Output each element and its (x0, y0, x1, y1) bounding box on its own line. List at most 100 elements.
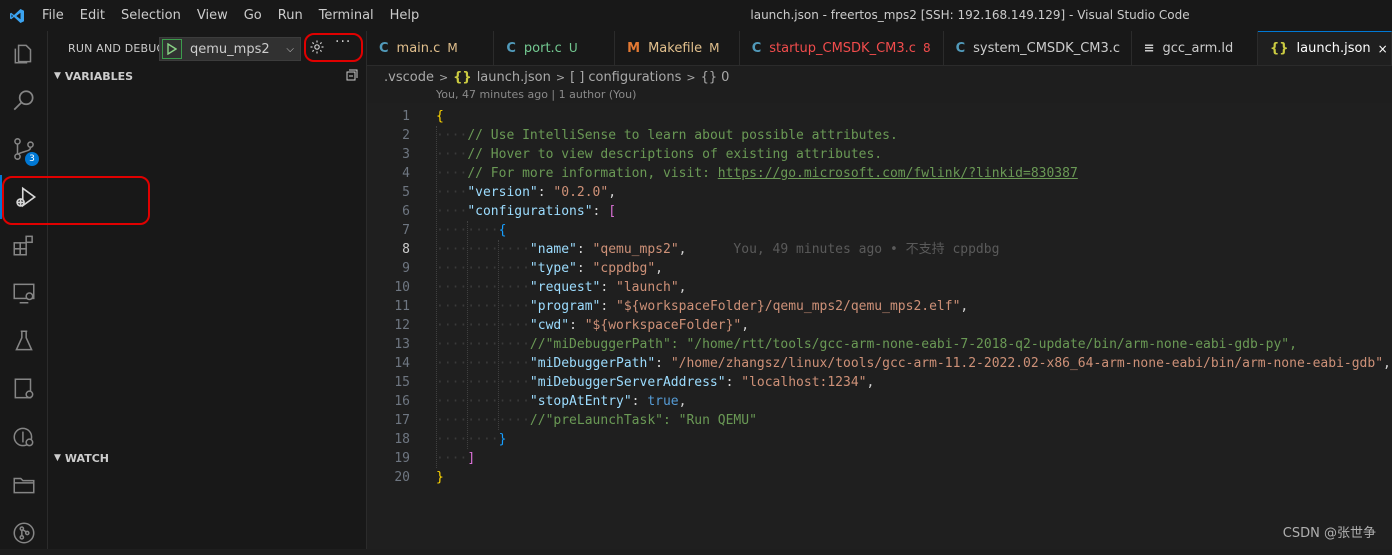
code-text: ············"stopAtEntry": true, (436, 394, 687, 409)
code-line[interactable]: 5 ····"version": "0.2.0", (367, 183, 1392, 202)
breadcrumb-file[interactable]: launch.json (477, 70, 551, 85)
code-line[interactable]: 13 ············//"miDebuggerPath": "/home… (367, 335, 1392, 354)
menu-run[interactable]: Run (270, 0, 311, 31)
line-number: 10 (394, 280, 410, 295)
tab-launch-json[interactable]: {} launch.json × (1258, 31, 1392, 65)
tab-main-c[interactable]: Cmain.c M (367, 31, 495, 65)
git-graph-icon[interactable] (0, 415, 47, 459)
breadcrumb-configurations[interactable]: configurations (588, 70, 681, 85)
docker-icon[interactable] (0, 367, 47, 411)
debug-config-select[interactable]: qemu_mps2 ⌵ (159, 37, 301, 61)
code-line[interactable]: 20} (367, 468, 1392, 487)
code-text: ············//"miDebuggerPath": "/home/r… (436, 337, 1297, 352)
close-icon[interactable]: × (1378, 42, 1388, 56)
code-line[interactable]: 3 ····// Hover to view descriptions of ex… (367, 145, 1392, 164)
code-text: ············"type": "cppdbg", (436, 261, 663, 276)
folder-icon[interactable] (0, 463, 47, 507)
breadcrumb-folder[interactable]: .vscode (384, 70, 434, 85)
line-number: 4 (402, 166, 410, 181)
menu-bar: File Edit Selection View Go Run Terminal Help (34, 0, 427, 31)
menu-file[interactable]: File (34, 0, 72, 31)
object-icon: {} (700, 69, 718, 85)
line-number: 1 (402, 109, 410, 124)
variables-section-header[interactable]: ▼ VARIABLES (48, 65, 366, 87)
code-token: ] (467, 451, 476, 466)
variables-title: VARIABLES (64, 69, 134, 83)
code-line[interactable]: 15 ············"miDebuggerServerAddress":… (367, 373, 1392, 392)
code-text: ····] (436, 451, 476, 466)
code-editor[interactable]: 1{2 ····// Use IntelliSense to learn abou… (367, 103, 1392, 549)
breadcrumb-index[interactable]: 0 (721, 70, 729, 85)
inline-blame: You, 49 minutes ago • 不支持 cppdbg (686, 242, 1000, 257)
menu-go[interactable]: Go (236, 0, 270, 31)
code-line[interactable]: 9 ············"type": "cppdbg", (367, 259, 1392, 278)
code-line[interactable]: 14 ············"miDebuggerPath": "/home/z… (367, 354, 1392, 373)
file-type-icon: C (955, 40, 966, 56)
search-icon[interactable] (0, 79, 47, 123)
code-line[interactable]: 17 ············//"preLaunchTask": "Run QE… (367, 411, 1392, 430)
tab-label: gcc_arm.ld (1162, 40, 1234, 56)
git-blame-codelens[interactable]: You, 47 minutes ago | 1 author (You) (436, 88, 636, 101)
code-text: ····// For more information, visit: http… (436, 166, 1078, 181)
code-token: "/home/zhangsz/linux/tools/gcc-arm-11.2-… (670, 356, 1384, 371)
tab-startup-cmsdk-cm3-c[interactable]: Cstartup_CMSDK_CM3.c 8 (740, 31, 944, 65)
file-type-icon: ≡ (1143, 40, 1155, 56)
start-debugging-icon[interactable] (162, 39, 182, 59)
code-token: "localhost:1234" (741, 375, 867, 390)
source-control-icon[interactable]: 3 (0, 127, 47, 171)
code-text: } (436, 468, 444, 487)
code-token: : (569, 318, 585, 333)
code-link[interactable]: https://go.microsoft.com/fwlink/?linkid=… (718, 166, 1078, 181)
menu-terminal[interactable]: Terminal (311, 0, 382, 31)
code-token: : (631, 394, 648, 409)
watch-section-header[interactable]: ▼ WATCH (48, 447, 366, 469)
git-icon[interactable] (0, 511, 47, 555)
code-line[interactable]: 1{ (367, 107, 1392, 126)
code-line[interactable]: 11 ············"program": "${workspaceFol… (367, 297, 1392, 316)
code-line[interactable]: 12 ············"cwd": "${workspaceFolder}… (367, 316, 1392, 335)
code-text: ············"miDebuggerServerAddress": "… (436, 375, 875, 390)
menu-help[interactable]: Help (382, 0, 428, 31)
line-number: 15 (394, 375, 410, 390)
chevron-right-icon: > (555, 70, 566, 84)
code-token: : (725, 375, 742, 390)
chevron-down-icon: ▼ (54, 453, 61, 463)
code-line[interactable]: 18 ········} (367, 430, 1392, 449)
line-number: 13 (394, 337, 410, 352)
remote-explorer-icon[interactable] (0, 271, 47, 315)
code-token: , (741, 318, 750, 333)
testing-icon[interactable] (0, 319, 47, 363)
tab-makefile[interactable]: M Makefile M (615, 31, 740, 65)
code-token: : (600, 299, 617, 314)
code-line[interactable]: 4 ····// For more information, visit: htt… (367, 164, 1392, 183)
line-number: 2 (402, 128, 410, 143)
menu-edit[interactable]: Edit (72, 0, 113, 31)
annotation-circle (2, 176, 150, 225)
tab-gcc-arm-ld[interactable]: ≡ gcc_arm.ld (1132, 31, 1258, 65)
code-text: ············"request": "launch", (436, 280, 687, 295)
code-line[interactable]: 19 ····] (367, 449, 1392, 468)
code-line[interactable]: 16 ············"stopAtEntry": true, (367, 392, 1392, 411)
code-line[interactable]: 7 ········{ (367, 221, 1392, 240)
line-number: 11 (394, 299, 410, 314)
explorer-icon[interactable] (0, 31, 47, 75)
tab-port-c[interactable]: Cport.c U (494, 31, 616, 65)
code-line[interactable]: 2 ····// Use IntelliSense to learn about … (367, 126, 1392, 145)
code-line[interactable]: 8 ············"name": "qemu_mps2", You, 4… (367, 240, 1392, 259)
code-text: ············"program": "${workspaceFolde… (436, 299, 969, 314)
tab-system-cmsdk-cm3-c[interactable]: Csystem_CMSDK_CM3.c (944, 31, 1132, 65)
code-token: "cppdbg" (592, 261, 656, 276)
menu-selection[interactable]: Selection (113, 0, 189, 31)
code-line[interactable]: 6 ····"configurations": [ (367, 202, 1392, 221)
menu-view[interactable]: View (189, 0, 236, 31)
code-line[interactable]: 10 ············"request": "launch", (367, 278, 1392, 297)
line-number: 16 (394, 394, 410, 409)
code-token: , (1383, 356, 1391, 371)
tab-status: M (447, 41, 458, 55)
collapse-all-icon[interactable] (346, 69, 358, 84)
code-text: { (436, 107, 444, 126)
extensions-icon[interactable] (0, 223, 47, 267)
array-icon: [ ] (570, 69, 585, 85)
line-number: 20 (394, 470, 410, 485)
code-token: //"preLaunchTask": "Run QEMU" (529, 413, 757, 428)
